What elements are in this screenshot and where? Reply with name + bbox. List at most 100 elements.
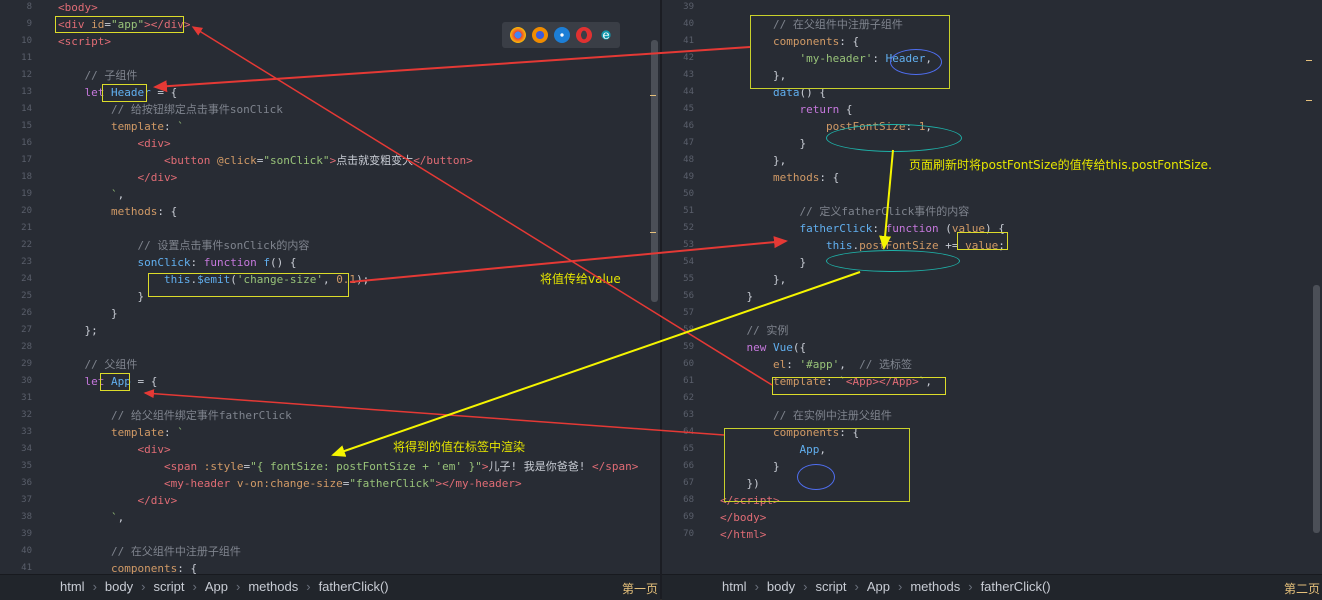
line-number: 36 <box>21 478 32 488</box>
line-number: 41 <box>683 36 694 46</box>
line-number: 11 <box>21 53 32 63</box>
circle-app <box>797 464 835 490</box>
line-number: 19 <box>21 189 32 199</box>
annotation-refresh-note: 页面刷新时将postFontSize的值传给this.postFontSize. <box>909 158 1212 172</box>
annotation-pass-value: 将值传给value <box>540 272 621 286</box>
gutter-mark <box>650 232 656 233</box>
line-number: 41 <box>21 563 32 573</box>
firefox-icon[interactable] <box>532 27 548 43</box>
breadcrumb-right: html › body › script › App › methods › fatherClick… <box>722 579 1051 594</box>
opera-icon[interactable] <box>576 27 592 43</box>
line-number-gutter: 8 9 10 11 12 13 14 15 16 17 18 19 20 21 22 23 24 25 26 27 28… <box>0 0 40 574</box>
line-number: 44 <box>683 87 694 97</box>
status-bar-right: html › body › script › App › methods › fatherClick… <box>662 574 1322 600</box>
line-number: 46 <box>683 121 694 131</box>
page-label-right: 第二页 <box>1283 582 1320 596</box>
line-number: 54 <box>683 257 694 267</box>
line-number: 62 <box>683 393 694 403</box>
line-number: 37 <box>21 495 32 505</box>
breadcrumb-left: html › body › script › App › methods › fatherClick… <box>60 579 389 594</box>
breadcrumb-item[interactable]: script <box>815 579 846 594</box>
line-number: 60 <box>683 359 694 369</box>
line-number: 49 <box>683 172 694 182</box>
breadcrumb-item[interactable]: html <box>60 579 85 594</box>
line-number: 59 <box>683 342 694 352</box>
chrome-icon[interactable] <box>510 27 526 43</box>
line-number: 8 <box>26 2 32 12</box>
line-number: 33 <box>21 427 32 437</box>
gutter-mark <box>1306 100 1312 101</box>
line-number: 51 <box>683 206 694 216</box>
line-number: 31 <box>21 393 32 403</box>
line-number: 43 <box>683 70 694 80</box>
line-number: 58 <box>683 325 694 335</box>
line-number: 30 <box>21 376 32 386</box>
breadcrumb-item[interactable]: App <box>205 579 228 594</box>
line-number: 39 <box>21 529 32 539</box>
line-number-gutter: 39 40 41 42 43 44 45 46 47 48 49 50 51 52 53 54 55 56 57 58… <box>662 0 702 574</box>
line-number: 38 <box>21 512 32 522</box>
highlight-emit <box>148 273 349 297</box>
highlight-app <box>100 373 130 391</box>
line-number: 68 <box>683 495 694 505</box>
line-number: 52 <box>683 223 694 233</box>
circle-postfontsize <box>826 124 962 152</box>
breadcrumb-item[interactable]: App <box>867 579 890 594</box>
line-number: 47 <box>683 138 694 148</box>
breadcrumb-item[interactable]: html <box>722 579 747 594</box>
breadcrumb-item[interactable]: methods <box>248 579 298 594</box>
breadcrumb-item[interactable]: body <box>767 579 795 594</box>
status-bar-left: html › body › script › App › methods › fatherClick… <box>0 574 660 600</box>
line-number: 70 <box>683 529 694 539</box>
breadcrumb-item[interactable]: body <box>105 579 133 594</box>
line-number: 55 <box>683 274 694 284</box>
line-number: 40 <box>683 19 694 29</box>
browser-preview-bar: e <box>502 22 620 48</box>
line-number: 25 <box>21 291 32 301</box>
line-number: 69 <box>683 512 694 522</box>
line-number: 10 <box>21 36 32 46</box>
safari-icon[interactable] <box>554 27 570 43</box>
line-number: 39 <box>683 2 694 12</box>
line-number: 27 <box>21 325 32 335</box>
line-number: 63 <box>683 410 694 420</box>
line-number: 40 <box>21 546 32 556</box>
line-number: 23 <box>21 257 32 267</box>
line-number: 17 <box>21 155 32 165</box>
breadcrumb-item[interactable]: script <box>153 579 184 594</box>
line-number: 18 <box>21 172 32 182</box>
line-number: 65 <box>683 444 694 454</box>
annotation-render-value: 将得到的值在标签中渲染 <box>393 440 526 454</box>
line-number: 64 <box>683 427 694 437</box>
line-number: 57 <box>683 308 694 318</box>
highlight-value <box>957 232 1008 250</box>
breadcrumb-item[interactable]: fatherClick() <box>319 579 389 594</box>
line-number: 14 <box>21 104 32 114</box>
highlight-div-app <box>55 16 184 33</box>
line-number: 66 <box>683 461 694 471</box>
ie-icon[interactable]: e <box>598 27 614 43</box>
line-number: 53 <box>683 240 694 250</box>
breadcrumb-item[interactable]: fatherClick() <box>981 579 1051 594</box>
line-number: 48 <box>683 155 694 165</box>
line-number: 26 <box>21 308 32 318</box>
line-number: 13 <box>21 87 32 97</box>
line-number: 16 <box>21 138 32 148</box>
line-number: 9 <box>26 19 32 29</box>
line-number: 61 <box>683 376 694 386</box>
line-number: 35 <box>21 461 32 471</box>
highlight-el <box>772 377 946 395</box>
line-number: 22 <box>21 240 32 250</box>
line-number: 20 <box>21 206 32 216</box>
page-label-left: 第一页 <box>621 582 658 596</box>
scrollbar-right[interactable] <box>1313 285 1320 533</box>
scrollbar-left[interactable] <box>651 40 658 302</box>
line-number: 45 <box>683 104 694 114</box>
line-number: 50 <box>683 189 694 199</box>
breadcrumb-item[interactable]: methods <box>910 579 960 594</box>
line-number: 21 <box>21 223 32 233</box>
line-number: 29 <box>21 359 32 369</box>
highlight-header <box>102 84 147 102</box>
line-number: 32 <box>21 410 32 420</box>
gutter-mark <box>1306 60 1312 61</box>
